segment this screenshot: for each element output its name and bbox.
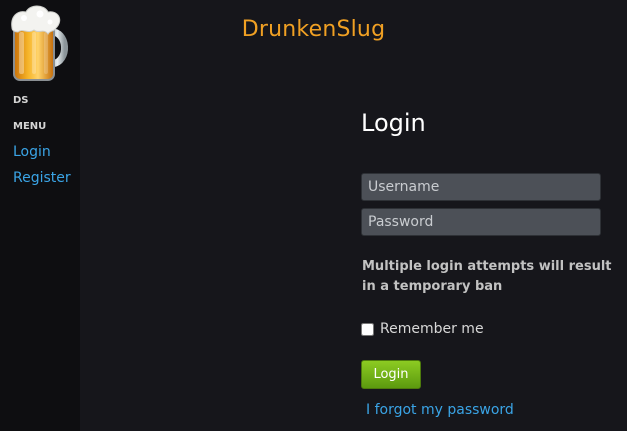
page-title: Login [361,109,426,137]
login-attempts-warning: Multiple login attempts will result in a… [362,259,612,294]
forgot-password-link[interactable]: I forgot my password [366,402,514,418]
site-title[interactable]: DrunkenSlug [0,17,627,42]
sidebar-menu-label: MENU [13,121,47,132]
remember-me-label[interactable]: Remember me [380,321,484,337]
beer-mug-logo-icon[interactable] [10,2,74,84]
remember-me-checkbox[interactable] [361,322,374,336]
sidebar-item-register[interactable]: Register [13,170,71,186]
username-field[interactable] [361,173,601,201]
password-field[interactable] [361,208,601,236]
remember-me-row[interactable]: Remember me [361,321,484,337]
sidebar-ds-label: DS [13,95,29,106]
page: DrunkenSlug DS MENU Login Register Login… [0,0,627,431]
sidebar-item-login[interactable]: Login [13,144,51,160]
login-button[interactable]: Login [361,360,421,389]
